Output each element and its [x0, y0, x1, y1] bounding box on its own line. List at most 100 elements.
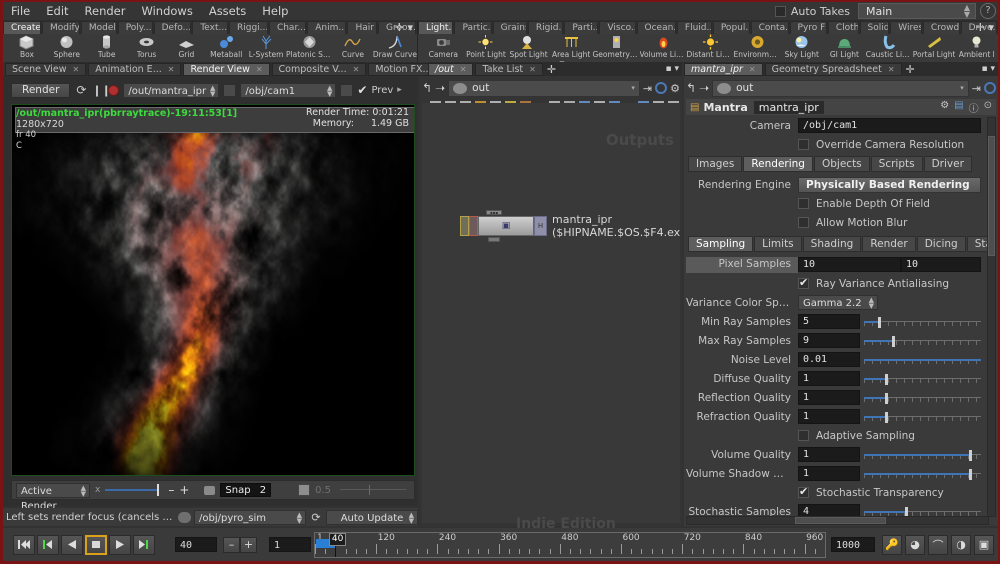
shelf-tab-text[interactable]: Text... — [192, 21, 228, 34]
shelf-tab-light[interactable]: Light... — [418, 21, 454, 34]
parm-node-name[interactable]: mantra_ipr — [753, 100, 824, 114]
exposure-minus-button[interactable]: – — [168, 483, 174, 497]
node-picker-icon-2[interactable] — [340, 83, 354, 97]
shelf-right-add-icon[interactable]: ✛ ▾ — [976, 21, 994, 34]
diffuse-quality-field[interactable]: 1 — [798, 371, 860, 386]
question-circle-icon[interactable]: ? — [980, 3, 996, 19]
pin-icon[interactable]: ⇥ — [972, 82, 981, 95]
pane-tab-scene-view[interactable]: Scene View ✕ — [5, 62, 87, 76]
refresh-icon[interactable]: ⟳ — [309, 511, 323, 524]
network-path-field[interactable]: out ▾ — [448, 79, 640, 97]
shelf-tool-grid[interactable]: Grid — [166, 34, 206, 62]
node-picker-icon[interactable] — [223, 83, 237, 97]
network-canvas[interactable]: Outputs ▪▪▪ ▣ H mantra_ipr ($HIPNAME.$OS… — [422, 103, 680, 523]
min-ray-samples-slider[interactable] — [864, 315, 981, 329]
pane-tab-composite-v[interactable]: Composite V... ✕ — [271, 62, 367, 76]
close-icon[interactable]: ✕ — [529, 63, 536, 76]
shelf-tab-solid[interactable]: Solid — [859, 21, 890, 34]
shelf-tool-platonic-sol[interactable]: Platonic Sol... — [286, 34, 333, 62]
noise-level-slider[interactable] — [864, 353, 981, 367]
camera-path-selector[interactable]: /obj/cam1 ▲ ▼ — [240, 82, 337, 98]
add-pane-tab-icon[interactable]: ✛ — [906, 63, 915, 76]
shelf-tool-gi-light[interactable]: GI Light — [823, 34, 866, 62]
pane-tab-geometry-spreadsheet[interactable]: Geometry Spreadsheet ✕ — [764, 62, 902, 76]
shelf-tool-box[interactable]: Box — [7, 34, 47, 62]
menu-item-assets[interactable]: Assets — [201, 2, 254, 20]
forward-arrow-icon[interactable]: ➝ — [699, 81, 709, 95]
min-ray-samples-field[interactable]: 5 — [798, 314, 860, 329]
update-mode-selector[interactable]: Auto Update ▲ ▼ — [326, 509, 418, 525]
frame-minus-button[interactable]: – — [223, 536, 240, 553]
gamma-slider[interactable] — [336, 483, 410, 497]
noise-level-field[interactable]: 0.01 — [798, 352, 860, 367]
pane-menu-icon[interactable]: ▪ ▾ — [982, 64, 995, 74]
snapshot-icon[interactable]: ▣ — [974, 534, 994, 555]
pixel-samples-x-field[interactable]: 10 — [798, 257, 901, 272]
menu-item-edit[interactable]: Edit — [38, 2, 76, 20]
reflection-quality-slider[interactable] — [864, 391, 981, 405]
stochastic-transparency-checkbox[interactable] — [798, 485, 809, 498]
shelf-tab-fluid[interactable]: Fluid... — [676, 21, 712, 34]
node-flag-render[interactable] — [460, 216, 469, 236]
pane-tab-mantra-ipr[interactable]: mantra_ipr ✕ — [684, 62, 763, 76]
menu-item-windows[interactable]: Windows — [133, 2, 200, 20]
shelf-tab-hair[interactable]: Hair — [347, 21, 378, 34]
shelf-tab-grains[interactable]: Grains — [492, 21, 527, 34]
parm-subtab-dicing[interactable]: Dicing — [916, 236, 966, 252]
parm-subtab-sampling[interactable]: Sampling — [688, 236, 754, 252]
range-end-field[interactable]: 1000 — [831, 537, 875, 552]
shelf-tool-tube[interactable]: Tube — [87, 34, 127, 62]
shelf-tab-ocean[interactable]: Ocean... — [636, 21, 676, 34]
shelf-tool-l-system[interactable]: L-System — [246, 34, 286, 62]
parm-subtab-shading[interactable]: Shading — [802, 236, 862, 252]
menu-item-help[interactable]: Help — [254, 2, 296, 20]
adaptive-sampling-checkbox[interactable] — [798, 430, 809, 441]
camera-small-icon[interactable] — [204, 485, 216, 495]
play-forward-icon[interactable] — [109, 534, 131, 555]
shelf-tab-poly[interactable]: Poly... — [117, 21, 153, 34]
refresh-icon[interactable]: ⟳ — [74, 83, 88, 97]
shelf-tool-spot-light[interactable]: Spot Light — [507, 34, 550, 62]
take-selector[interactable]: Main ▲ ▼ — [858, 3, 976, 19]
overflow-arrow-icon[interactable]: ▸ — [397, 85, 402, 95]
auto-takes-checkbox[interactable] — [774, 5, 786, 17]
range-start-field[interactable]: 1 — [269, 537, 311, 552]
timeline[interactable]: 1 120 240 360 480 600 720 840 960 40 — [314, 531, 826, 558]
rendering-engine-value[interactable]: Physically Based Rendering — [798, 176, 981, 193]
shelf-tab-create[interactable]: Create — [3, 21, 41, 34]
pane-menu-icon[interactable]: ▪ ▾ — [666, 64, 679, 74]
parm-tab-scripts[interactable]: Scripts — [870, 156, 923, 172]
parm-tab-rendering[interactable]: Rendering — [743, 156, 813, 172]
parm-camera-field[interactable]: /obj/cam1 — [798, 118, 981, 133]
jump-to-end-icon[interactable] — [133, 534, 155, 555]
exposure-plus-button[interactable]: + — [179, 483, 189, 497]
shelf-tab-wires[interactable]: Wires — [890, 21, 922, 34]
max-ray-samples-field[interactable]: 9 — [798, 333, 860, 348]
volume-quality-slider[interactable] — [864, 448, 981, 462]
close-icon[interactable]: ✕ — [73, 63, 80, 76]
node-flag-bypass[interactable]: H — [534, 216, 547, 236]
close-icon[interactable]: ✕ — [256, 63, 263, 76]
shelf-tool-sphere[interactable]: Sphere — [47, 34, 87, 62]
close-icon[interactable]: ✕ — [353, 63, 360, 76]
gear-icon[interactable]: ⚙ — [940, 100, 949, 115]
variance-color-space-selector[interactable]: Gamma 2.2 ▲ ▼ — [798, 295, 878, 310]
pane-tab--out[interactable]: /out ✕ — [428, 62, 474, 76]
shelf-tab-parti[interactable]: Parti... — [564, 21, 599, 34]
parm-vertical-scrollbar[interactable] — [987, 117, 996, 517]
shelf-tool-sky-light[interactable]: Sky Light — [781, 34, 824, 62]
pane-tab-animation-e[interactable]: Animation E... ✕ — [88, 62, 182, 76]
shelf-tab-cloth[interactable]: Cloth — [827, 21, 859, 34]
current-frame-field[interactable]: 40 — [175, 537, 217, 552]
play-reverse-icon[interactable] — [61, 534, 83, 555]
save-preset-icon[interactable]: ▤ — [954, 100, 963, 115]
add-pane-tab-icon[interactable]: ✛ — [547, 63, 556, 76]
eye-icon[interactable] — [178, 511, 191, 523]
shelf-tool-distant-light[interactable]: Distant Light — [687, 34, 734, 62]
frame-plus-button[interactable]: + — [240, 536, 257, 553]
shelf-tab-pyro-fx[interactable]: Pyro FX — [789, 21, 827, 34]
snap-field[interactable]: Snap 2 — [220, 483, 272, 497]
shelf-tool-geometry-l[interactable]: Geometry L... — [593, 34, 640, 62]
parm-subtab-render[interactable]: Render — [862, 236, 916, 252]
shelf-tool-portal-light[interactable]: Portal Light — [913, 34, 955, 62]
